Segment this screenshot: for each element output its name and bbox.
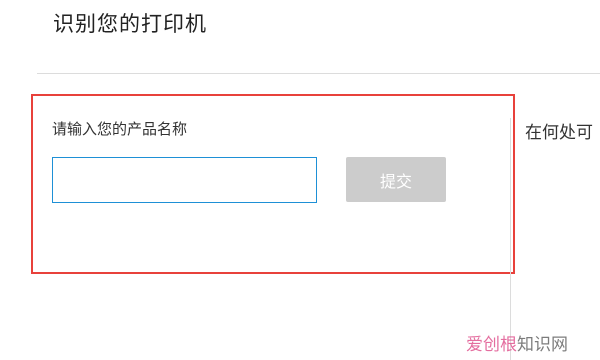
product-name-input[interactable] [52,157,317,203]
site-watermark: 爱创根知识网 [466,330,568,355]
product-name-label: 请输入您的产品名称 [52,120,188,138]
header-divider [37,73,600,74]
watermark-brand: 爱创根 [466,335,517,355]
side-panel-heading: 在何处可 [525,123,593,143]
watermark-suffix: 知识网 [517,335,568,355]
column-divider [510,118,511,360]
page-title: 识别您的打印机 [53,12,207,36]
submit-button[interactable]: 提交 [346,157,446,202]
